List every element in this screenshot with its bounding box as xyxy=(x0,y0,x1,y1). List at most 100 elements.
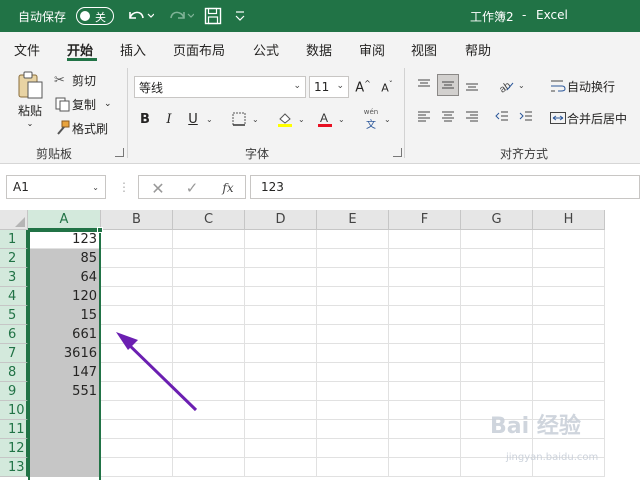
save-button[interactable] xyxy=(202,5,224,27)
cell-a13[interactable] xyxy=(28,458,101,477)
cell-d12[interactable] xyxy=(245,439,317,458)
cancel-icon[interactable]: ✕ xyxy=(149,179,167,198)
row-header-1[interactable]: 1 xyxy=(0,230,28,249)
chevron-down-icon[interactable]: ⌄ xyxy=(518,81,525,90)
column-header-a[interactable]: A xyxy=(28,210,101,230)
cell-h8[interactable] xyxy=(533,363,605,382)
cell-b6[interactable] xyxy=(101,325,173,344)
cell-e12[interactable] xyxy=(317,439,389,458)
cell-e9[interactable] xyxy=(317,382,389,401)
cell-c5[interactable] xyxy=(173,306,245,325)
formula-input[interactable]: 123 xyxy=(250,175,640,199)
clipboard-dialog-launcher[interactable] xyxy=(115,148,124,157)
cell-c3[interactable] xyxy=(173,268,245,287)
cell-g6[interactable] xyxy=(461,325,533,344)
formula-bar-grip[interactable]: ⋮ xyxy=(118,180,130,194)
font-color-button[interactable]: A xyxy=(314,108,336,130)
cell-g7[interactable] xyxy=(461,344,533,363)
cell-f9[interactable] xyxy=(389,382,461,401)
cell-g4[interactable] xyxy=(461,287,533,306)
cell-e8[interactable] xyxy=(317,363,389,382)
cell-d13[interactable] xyxy=(245,458,317,477)
cell-a10[interactable] xyxy=(28,401,101,420)
cell-e1[interactable] xyxy=(317,230,389,249)
increase-font-size-button[interactable]: A^ xyxy=(352,76,374,98)
cell-c4[interactable] xyxy=(173,287,245,306)
cell-d7[interactable] xyxy=(245,344,317,363)
align-top-button[interactable] xyxy=(413,74,435,96)
cell-g2[interactable] xyxy=(461,249,533,268)
cell-b1[interactable] xyxy=(101,230,173,249)
cell-h6[interactable] xyxy=(533,325,605,344)
cell-f3[interactable] xyxy=(389,268,461,287)
decrease-indent-button[interactable] xyxy=(491,106,513,128)
tab-view[interactable]: 视图 xyxy=(411,40,437,59)
cell-d4[interactable] xyxy=(245,287,317,306)
align-center-button[interactable] xyxy=(437,106,459,128)
align-bottom-button[interactable] xyxy=(461,74,483,96)
font-dialog-launcher[interactable] xyxy=(393,148,402,157)
decrease-font-size-button[interactable]: Aˇ xyxy=(376,76,398,98)
increase-indent-button[interactable] xyxy=(515,106,537,128)
tab-review[interactable]: 审阅 xyxy=(359,40,385,59)
chevron-down-icon[interactable]: ⌄ xyxy=(252,115,259,124)
cell-a1[interactable]: 123 xyxy=(28,230,101,249)
cell-c7[interactable] xyxy=(173,344,245,363)
row-header-9[interactable]: 9 xyxy=(0,382,28,401)
cut-button[interactable]: ✂ 剪切 xyxy=(54,70,96,90)
chevron-down-icon[interactable]: ⌄ xyxy=(338,115,345,124)
cell-e2[interactable] xyxy=(317,249,389,268)
copy-button[interactable]: 复制 ⌄ xyxy=(54,94,112,114)
cell-c13[interactable] xyxy=(173,458,245,477)
paste-button[interactable]: 粘贴 ⌄ xyxy=(12,70,48,130)
cell-d5[interactable] xyxy=(245,306,317,325)
cell-d9[interactable] xyxy=(245,382,317,401)
row-header-4[interactable]: 4 xyxy=(0,287,28,306)
cell-d3[interactable] xyxy=(245,268,317,287)
tab-formulas[interactable]: 公式 xyxy=(253,40,279,59)
cell-h2[interactable] xyxy=(533,249,605,268)
row-header-8[interactable]: 8 xyxy=(0,363,28,382)
cell-f12[interactable] xyxy=(389,439,461,458)
cell-d1[interactable] xyxy=(245,230,317,249)
cell-a12[interactable] xyxy=(28,439,101,458)
chevron-down-icon[interactable]: ⌄ xyxy=(206,115,213,124)
row-header-7[interactable]: 7 xyxy=(0,344,28,363)
cell-f7[interactable] xyxy=(389,344,461,363)
cell-e13[interactable] xyxy=(317,458,389,477)
cell-f13[interactable] xyxy=(389,458,461,477)
cell-g9[interactable] xyxy=(461,382,533,401)
row-header-5[interactable]: 5 xyxy=(0,306,28,325)
select-all-button[interactable] xyxy=(0,210,28,230)
underline-button[interactable]: U xyxy=(182,108,204,130)
fill-handle[interactable] xyxy=(97,227,103,233)
chevron-down-icon[interactable]: ⌄ xyxy=(384,115,391,124)
cell-b7[interactable] xyxy=(101,344,173,363)
cell-a6[interactable]: 661 xyxy=(28,325,101,344)
column-header-c[interactable]: C xyxy=(173,210,245,230)
phonetic-guide-button[interactable]: wén 文 xyxy=(360,106,382,132)
cell-d11[interactable] xyxy=(245,420,317,439)
cell-f4[interactable] xyxy=(389,287,461,306)
cell-e5[interactable] xyxy=(317,306,389,325)
cell-f5[interactable] xyxy=(389,306,461,325)
format-painter-button[interactable]: 格式刷 xyxy=(54,118,108,138)
borders-button[interactable] xyxy=(228,108,250,130)
align-right-button[interactable] xyxy=(461,106,483,128)
cell-f10[interactable] xyxy=(389,401,461,420)
cell-b9[interactable] xyxy=(101,382,173,401)
cell-g8[interactable] xyxy=(461,363,533,382)
cell-b11[interactable] xyxy=(101,420,173,439)
orientation-button[interactable]: ab xyxy=(495,74,517,96)
fill-color-button[interactable] xyxy=(274,108,296,130)
cell-a4[interactable]: 120 xyxy=(28,287,101,306)
redo-button[interactable] xyxy=(164,5,194,27)
cell-f8[interactable] xyxy=(389,363,461,382)
cell-d2[interactable] xyxy=(245,249,317,268)
cell-c9[interactable] xyxy=(173,382,245,401)
column-header-d[interactable]: D xyxy=(245,210,317,230)
column-header-h[interactable]: H xyxy=(533,210,605,230)
cell-h1[interactable] xyxy=(533,230,605,249)
cell-d10[interactable] xyxy=(245,401,317,420)
name-box[interactable]: A1 ⌄ xyxy=(6,175,106,199)
